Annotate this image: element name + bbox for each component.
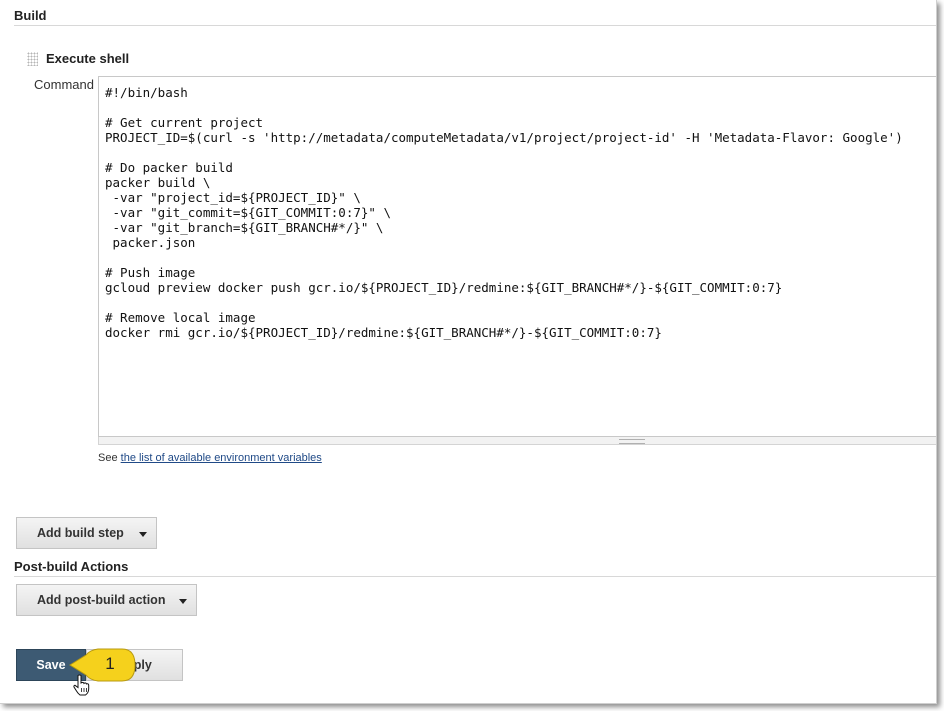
command-line: -var "git_branch=${GIT_BRANCH#*/}" \ <box>105 220 384 235</box>
hand-cursor-icon <box>73 674 90 696</box>
jenkins-job-config-panel: Build Execute shell Command #!/bin/bash … <box>0 0 937 704</box>
callout-number: 1 <box>105 654 115 673</box>
command-line: # Do packer build <box>105 160 233 175</box>
env-variables-note: See the list of available environment va… <box>98 452 322 464</box>
command-line: # Remove local image <box>105 310 256 325</box>
add-post-build-action-button[interactable]: Add post-build action <box>16 584 197 616</box>
command-line: gcloud preview docker push gcr.io/${PROJ… <box>105 280 783 295</box>
drag-handle-icon[interactable] <box>27 52 38 66</box>
chevron-down-icon <box>139 532 147 537</box>
save-button-label: Save <box>36 658 66 672</box>
command-label: Command <box>34 77 94 92</box>
command-textarea[interactable]: #!/bin/bash # Get current project PROJEC… <box>98 76 936 437</box>
command-line: PROJECT_ID=$(curl -s 'http://metadata/co… <box>105 130 903 145</box>
command-line: -var "git_commit=${GIT_COMMIT:0:7}" \ <box>105 205 391 220</box>
post-build-section-header: Post-build Actions <box>14 559 129 574</box>
add-post-build-action-label: Add post-build action <box>37 593 166 607</box>
env-note-prefix: See <box>98 452 118 464</box>
env-variables-link[interactable]: the list of available environment variab… <box>121 452 322 464</box>
command-line: docker rmi gcr.io/${PROJECT_ID}/redmine:… <box>105 325 662 340</box>
resize-grip-icon <box>619 439 645 444</box>
command-text: #!/bin/bash # Get current project PROJEC… <box>99 77 936 340</box>
execute-shell-step-title: Execute shell <box>46 51 130 66</box>
command-line: packer.json <box>105 235 196 250</box>
chevron-down-icon <box>179 599 187 604</box>
textarea-resize-handle[interactable] <box>98 437 936 445</box>
command-line: packer build \ <box>105 175 211 190</box>
command-line: # Get current project <box>105 115 264 130</box>
command-line: #!/bin/bash <box>105 85 188 100</box>
add-build-step-label: Add build step <box>37 526 124 540</box>
build-section-divider <box>14 25 936 26</box>
command-line: # Push image <box>105 265 196 280</box>
post-build-section-divider <box>14 576 936 577</box>
command-line: -var "project_id=${PROJECT_ID}" \ <box>105 190 361 205</box>
add-build-step-button[interactable]: Add build step <box>16 517 157 549</box>
build-section-header: Build <box>14 8 47 23</box>
